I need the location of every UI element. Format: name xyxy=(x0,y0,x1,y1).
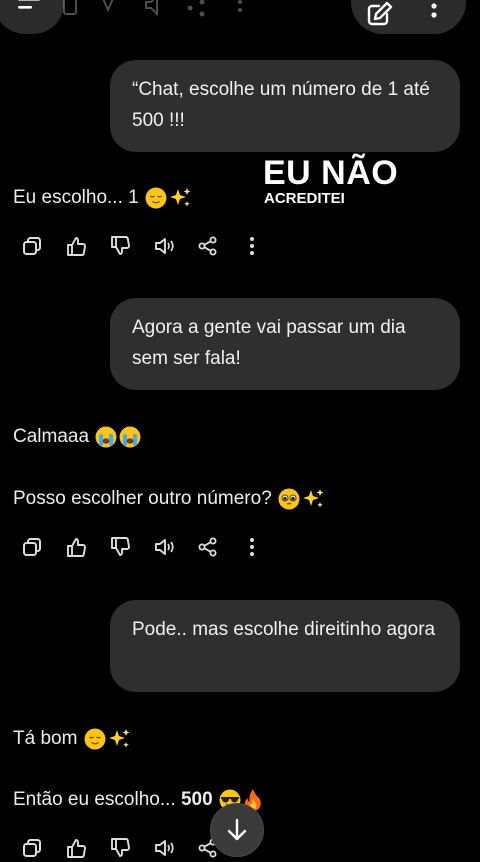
read-aloud-icon xyxy=(155,539,174,555)
message-actions xyxy=(10,834,230,862)
thumbs-up-icon xyxy=(67,538,86,557)
relieved-face-emoji-icon xyxy=(145,187,167,209)
overlay-subtitle: ACREDITEI xyxy=(264,190,345,207)
user-message: “Chat, escolhe um número de 1 até 500 !!… xyxy=(110,60,460,152)
copy-icon xyxy=(23,538,41,556)
read-aloud-icon xyxy=(155,840,174,856)
user-message: Pode.. mas escolhe direitinho agora xyxy=(110,600,460,692)
assistant-message-text: Posso escolher outro número? xyxy=(13,488,272,509)
more-vert-icon xyxy=(250,237,254,255)
message-actions xyxy=(10,232,274,260)
faded-header-icons xyxy=(63,0,242,17)
relieved-face-emoji-icon xyxy=(84,728,106,750)
read-aloud-icon xyxy=(155,238,174,254)
new-chat-icon[interactable] xyxy=(365,0,395,28)
assistant-message-text: Então eu escolho... xyxy=(13,789,176,810)
more-options-button[interactable] xyxy=(230,232,274,260)
dislike-button[interactable] xyxy=(98,232,142,260)
menu-button[interactable] xyxy=(0,0,64,34)
arrow-down-icon xyxy=(227,818,247,841)
scroll-to-bottom-button[interactable] xyxy=(210,803,264,857)
more-vert-icon xyxy=(250,538,254,556)
sparkles-emoji-icon xyxy=(303,488,324,508)
overlay-title: EU NÃO xyxy=(263,154,399,192)
thumbs-up-icon xyxy=(67,839,86,858)
crying-face-emoji-icon xyxy=(95,426,117,448)
sparkles-emoji-icon xyxy=(169,187,191,207)
copy-button[interactable] xyxy=(10,834,54,862)
copy-icon xyxy=(23,839,41,857)
crying-face-emoji-icon xyxy=(119,426,141,448)
thumbs-down-icon xyxy=(111,838,130,857)
more-vert-icon[interactable] xyxy=(429,2,439,28)
like-button[interactable] xyxy=(54,834,98,862)
dislike-button[interactable] xyxy=(98,834,142,862)
copy-icon xyxy=(23,237,41,255)
chosen-number: 500 xyxy=(180,789,213,810)
top-bar xyxy=(0,0,480,40)
dislike-button[interactable] xyxy=(98,533,142,561)
copy-button[interactable] xyxy=(10,232,54,260)
user-message: Agora a gente vai passar um dia sem ser … xyxy=(110,298,460,390)
read-aloud-button[interactable] xyxy=(142,533,186,561)
copy-button[interactable] xyxy=(10,533,54,561)
like-button[interactable] xyxy=(54,533,98,561)
right-actions-pill xyxy=(351,0,466,34)
read-aloud-button[interactable] xyxy=(142,834,186,862)
assistant-message: Eu escolho... 1 xyxy=(13,185,192,211)
share-button[interactable] xyxy=(186,232,230,260)
assistant-message: Tá bom xyxy=(13,726,131,752)
assistant-message: Posso escolher outro número? xyxy=(13,486,325,512)
share-button[interactable] xyxy=(186,533,230,561)
pleading-face-emoji-icon xyxy=(278,488,300,510)
thumbs-up-icon xyxy=(67,237,86,256)
sparkles-emoji-icon xyxy=(108,728,130,748)
assistant-message: Calmaaa xyxy=(13,424,142,450)
assistant-message-text: Eu escolho... 1 xyxy=(13,187,139,208)
share-icon xyxy=(198,537,217,557)
more-options-button[interactable] xyxy=(230,533,274,561)
user-message-text: Agora a gente vai passar um dia sem ser … xyxy=(132,317,406,369)
user-message-text: Pode.. mas escolhe direitinho agora xyxy=(132,619,436,640)
share-icon xyxy=(198,236,217,256)
menu-icon xyxy=(18,0,40,9)
assistant-message-text: Tá bom xyxy=(13,728,78,749)
thumbs-down-icon xyxy=(111,236,130,255)
read-aloud-button[interactable] xyxy=(142,232,186,260)
message-actions xyxy=(10,533,274,561)
user-message-text: “Chat, escolhe um número de 1 até 500 !!… xyxy=(132,79,430,131)
thumbs-down-icon xyxy=(111,537,130,556)
assistant-message-text: Calmaaa xyxy=(13,426,90,447)
like-button[interactable] xyxy=(54,232,98,260)
